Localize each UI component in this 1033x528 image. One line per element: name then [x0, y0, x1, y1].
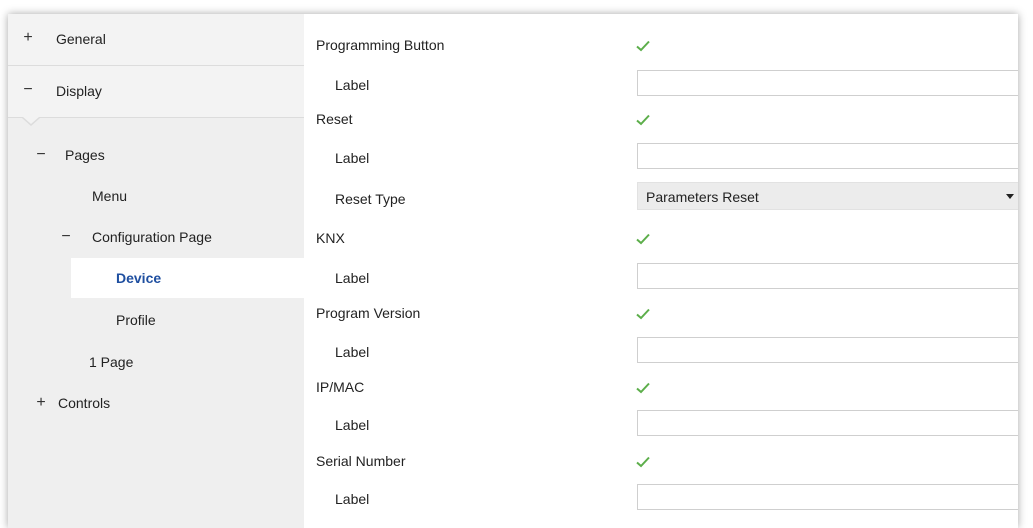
- sidebar-item-label: Pages: [65, 147, 105, 163]
- param-label: KNX: [316, 230, 345, 246]
- serial-number-checkbox[interactable]: [635, 454, 651, 470]
- programming-button-checkbox[interactable]: [635, 38, 651, 54]
- sidebar-item-label: Device: [116, 270, 162, 286]
- param-label: Program Version: [316, 305, 421, 321]
- param-label: Reset: [316, 111, 353, 127]
- ip-mac-checkbox[interactable]: [635, 380, 651, 396]
- param-label: Reset Type: [335, 191, 406, 207]
- param-label: Label: [335, 417, 370, 433]
- sidebar-item-1-page[interactable]: 1 Page: [8, 342, 304, 382]
- parameter-panel: Programming Button Label Reset Label Res…: [304, 14, 1018, 528]
- param-label: Label: [335, 491, 370, 507]
- checkmark-icon: [636, 233, 650, 245]
- param-label: Label: [335, 77, 370, 93]
- ip-mac-label-field[interactable]: [637, 410, 1018, 436]
- checkmark-icon: [636, 308, 650, 320]
- param-row-knx: KNX: [304, 220, 1018, 256]
- reset-label-field[interactable]: [637, 143, 1018, 169]
- param-row-program-version: Program Version: [304, 295, 1018, 331]
- sidebar-item-display[interactable]: − Display: [8, 66, 304, 118]
- param-label: Programming Button: [316, 37, 445, 53]
- param-row-serial-number: Serial Number: [304, 443, 1018, 479]
- dropdown-value: Parameters Reset: [646, 189, 759, 205]
- param-row-label: Label: [304, 136, 1018, 172]
- sidebar-item-label: General: [56, 31, 106, 47]
- checkmark-icon: [636, 114, 650, 126]
- param-row-label: Label: [304, 256, 1018, 292]
- param-row-label: Label: [304, 477, 1018, 513]
- sidebar-item-label: Display: [56, 83, 102, 99]
- param-label: Serial Number: [316, 453, 406, 469]
- param-row-reset: Reset: [304, 101, 1018, 137]
- sidebar-item-label: Profile: [116, 312, 156, 328]
- sidebar-item-menu[interactable]: Menu: [8, 176, 304, 216]
- window: + General − Display − Pages Menu − Confi…: [8, 14, 1018, 528]
- chevron-down-icon: [1006, 194, 1014, 199]
- sidebar-item-label: Configuration Page: [92, 229, 212, 245]
- param-row-label: Label: [304, 330, 1018, 366]
- reset-checkbox[interactable]: [635, 112, 651, 128]
- program-version-label-field[interactable]: [637, 337, 1018, 363]
- checkmark-icon: [636, 382, 650, 394]
- expand-icon: +: [36, 394, 46, 411]
- collapse-icon: −: [23, 81, 33, 98]
- knx-label-field[interactable]: [637, 263, 1018, 289]
- sidebar-item-label: Menu: [92, 188, 128, 204]
- expand-icon: +: [23, 29, 33, 46]
- param-row-programming-button: Programming Button: [304, 27, 1018, 63]
- reset-type-dropdown[interactable]: Parameters Reset: [637, 182, 1018, 210]
- sidebar-item-label: Controls: [58, 395, 111, 411]
- param-label: Label: [335, 344, 370, 360]
- param-label: Label: [335, 150, 370, 166]
- param-label: IP/MAC: [316, 379, 365, 395]
- sidebar-item-configuration-page[interactable]: − Configuration Page: [8, 217, 304, 257]
- param-row-label: Label: [304, 63, 1018, 99]
- param-row-label: Label: [304, 403, 1018, 439]
- programming-button-label-field[interactable]: [637, 70, 1018, 96]
- sidebar-item-controls[interactable]: + Controls: [8, 383, 304, 423]
- sidebar-item-device[interactable]: Device: [71, 258, 311, 298]
- section-pointer-fill: [23, 117, 39, 124]
- param-row-ip-mac: IP/MAC: [304, 369, 1018, 405]
- sidebar: + General − Display − Pages Menu − Confi…: [8, 14, 311, 528]
- knx-checkbox[interactable]: [635, 231, 651, 247]
- collapse-icon: −: [61, 228, 71, 245]
- collapse-icon: −: [36, 146, 46, 163]
- param-label: Label: [335, 270, 370, 286]
- param-row-reset-type: Reset Type Parameters Reset: [304, 177, 1018, 213]
- checkmark-icon: [636, 40, 650, 52]
- sidebar-item-pages[interactable]: − Pages: [8, 135, 304, 175]
- serial-number-label-field[interactable]: [637, 484, 1018, 510]
- program-version-checkbox[interactable]: [635, 306, 651, 322]
- sidebar-item-profile[interactable]: Profile: [8, 300, 304, 340]
- sidebar-item-general[interactable]: + General: [8, 14, 304, 66]
- checkmark-icon: [636, 456, 650, 468]
- sidebar-item-label: 1 Page: [89, 354, 134, 370]
